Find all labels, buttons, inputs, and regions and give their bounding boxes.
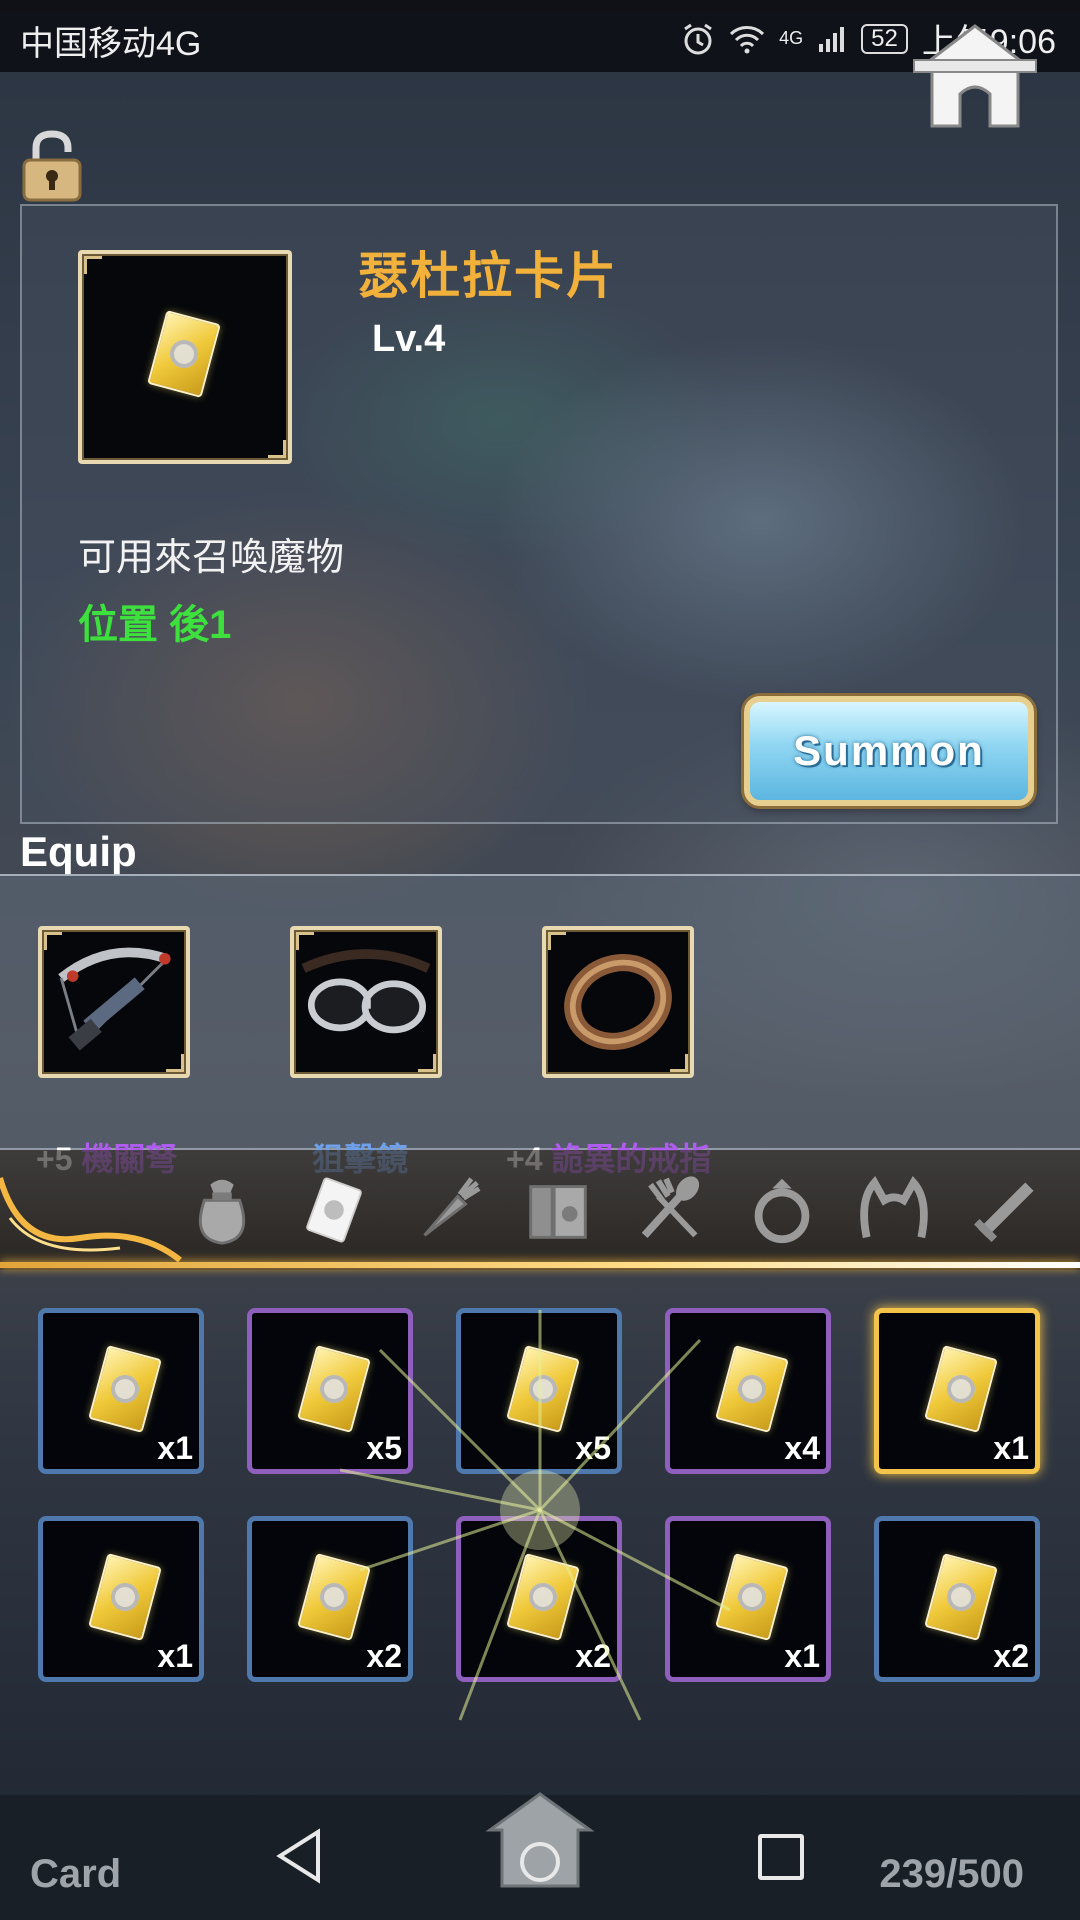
card-icon xyxy=(924,1553,998,1641)
unlock-icon[interactable] xyxy=(20,130,84,202)
carrier-label: 中国移动4G xyxy=(20,25,202,63)
headband-icon xyxy=(860,1175,928,1239)
tab-food[interactable] xyxy=(628,1168,712,1252)
inventory-slot[interactable]: x1 xyxy=(38,1308,204,1474)
card-icon xyxy=(506,1553,580,1641)
item-info-panel: 瑟杜拉卡片 Lv.4 可用來召喚魔物 位置 後1 Summon xyxy=(20,204,1058,824)
equip-strip: +5 機關弩 狙擊鏡 +4 詭異的戒指 xyxy=(0,874,1080,1177)
tab-book[interactable] xyxy=(516,1168,600,1252)
tab-weapon[interactable] xyxy=(964,1168,1048,1252)
card-icon xyxy=(715,1553,789,1641)
item-preview-frame xyxy=(78,250,292,464)
tab-bar-ornament xyxy=(0,1177,182,1263)
goggles-icon xyxy=(301,949,431,1034)
item-position: 位置 後1 xyxy=(78,603,232,647)
signal-icon xyxy=(819,26,845,52)
inventory-slot[interactable]: x2 xyxy=(456,1516,622,1682)
inventory-capacity: 239/500 xyxy=(879,1852,1024,1896)
card-icon xyxy=(306,1177,362,1243)
card-icon xyxy=(88,1345,162,1433)
inventory-slot[interactable]: x2 xyxy=(247,1516,413,1682)
inventory-slot-selected[interactable]: x1 xyxy=(874,1308,1040,1474)
tab-headwear[interactable] xyxy=(852,1168,936,1252)
recent-apps-icon[interactable] xyxy=(758,1834,804,1880)
equip-heading: Equip xyxy=(20,828,137,875)
crossbow-icon xyxy=(58,947,171,1051)
battery-indicator: 52 xyxy=(861,23,908,54)
equip-slot-crossbow[interactable]: +5 機關弩 xyxy=(36,926,190,1177)
home-icon[interactable] xyxy=(910,22,1040,132)
card-icon xyxy=(147,310,221,398)
inventory-slot[interactable]: x1 xyxy=(38,1516,204,1682)
equip-slot-ring[interactable]: +4 詭異的戒指 xyxy=(506,926,711,1177)
inventory-slot[interactable]: x5 xyxy=(456,1308,622,1474)
item-level: Lv.4 xyxy=(372,318,446,360)
card-icon xyxy=(715,1345,789,1433)
inventory-slot[interactable]: x1 xyxy=(665,1516,831,1682)
item-description: 可用來召喚魔物 xyxy=(78,537,345,579)
card-icon xyxy=(88,1553,162,1641)
card-icon xyxy=(297,1553,371,1641)
tab-ring[interactable] xyxy=(740,1168,824,1252)
card-icon xyxy=(297,1345,371,1433)
tab-card[interactable] xyxy=(292,1168,376,1252)
sword-icon xyxy=(973,1182,1034,1243)
carrot-icon xyxy=(423,1177,481,1237)
inventory-slot[interactable]: x2 xyxy=(874,1516,1040,1682)
category-label: Card xyxy=(30,1852,122,1896)
card-icon xyxy=(924,1345,998,1433)
network-label: 4G xyxy=(779,28,804,48)
tab-bag[interactable] xyxy=(180,1168,264,1252)
equip-slot-goggles[interactable]: 狙擊鏡 xyxy=(290,926,442,1177)
home-nav-icon[interactable] xyxy=(484,1790,596,1890)
item-title: 瑟杜拉卡片 xyxy=(358,248,618,304)
bag-icon xyxy=(198,1179,246,1245)
ring-icon xyxy=(754,1178,810,1244)
inventory-slot[interactable]: x4 xyxy=(665,1308,831,1474)
summon-button[interactable]: Summon xyxy=(744,696,1034,806)
alarm-icon xyxy=(684,23,712,54)
wifi-icon xyxy=(730,25,765,53)
ring-icon xyxy=(564,953,672,1051)
card-icon xyxy=(506,1345,580,1433)
spoon-fork-icon xyxy=(641,1176,700,1238)
inventory-slot[interactable]: x5 xyxy=(247,1308,413,1474)
back-icon[interactable] xyxy=(272,1826,328,1886)
tab-bar-underline xyxy=(0,1262,1080,1268)
tab-material[interactable] xyxy=(404,1168,488,1252)
book-icon xyxy=(529,1185,587,1239)
